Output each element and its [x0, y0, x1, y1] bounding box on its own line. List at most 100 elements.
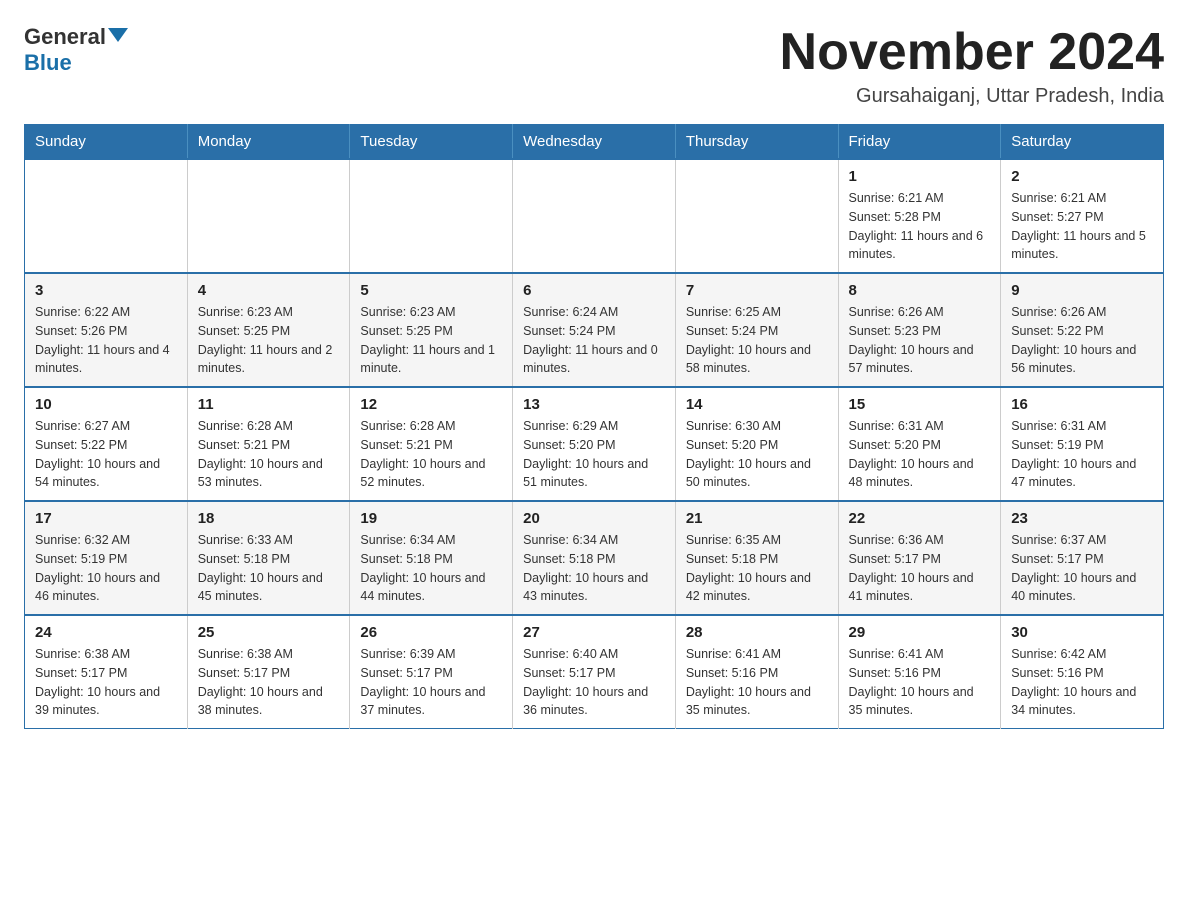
page-subtitle: Gursahaiganj, Uttar Pradesh, India — [780, 85, 1164, 108]
day-info: Sunrise: 6:33 AM Sunset: 5:18 PM Dayligh… — [198, 531, 340, 606]
day-info: Sunrise: 6:28 AM Sunset: 5:21 PM Dayligh… — [360, 417, 502, 492]
day-info: Sunrise: 6:29 AM Sunset: 5:20 PM Dayligh… — [523, 417, 665, 492]
day-number: 9 — [1011, 282, 1153, 299]
calendar-cell — [25, 159, 188, 273]
day-info: Sunrise: 6:30 AM Sunset: 5:20 PM Dayligh… — [686, 417, 828, 492]
calendar-cell: 7Sunrise: 6:25 AM Sunset: 5:24 PM Daylig… — [675, 273, 838, 387]
day-info: Sunrise: 6:39 AM Sunset: 5:17 PM Dayligh… — [360, 645, 502, 720]
day-number: 25 — [198, 624, 340, 641]
day-number: 27 — [523, 624, 665, 641]
calendar-cell: 24 Sunrise: 6:38 AM Sunset: 5:17 PM Dayli… — [25, 615, 188, 729]
day-info: Sunrise: 6:36 AM Sunset: 5:17 PM Dayligh… — [849, 531, 991, 606]
day-number: 19 — [360, 510, 502, 527]
calendar-cell: 13 Sunrise: 6:29 AM Sunset: 5:20 PM Dayli… — [513, 387, 676, 501]
calendar-cell: 5Sunrise: 6:23 AM Sunset: 5:25 PM Daylig… — [350, 273, 513, 387]
day-info: Sunrise: 6:35 AM Sunset: 5:18 PM Dayligh… — [686, 531, 828, 606]
day-number: 23 — [1011, 510, 1153, 527]
day-info: Sunrise: 6:23 AM Sunset: 5:25 PM Dayligh… — [360, 303, 502, 378]
day-info: Sunrise: 6:38 AM Sunset: 5:17 PM Dayligh… — [198, 645, 340, 720]
calendar-week-row: 10Sunrise: 6:27 AM Sunset: 5:22 PM Dayli… — [25, 387, 1164, 501]
day-info: Sunrise: 6:23 AM Sunset: 5:25 PM Dayligh… — [198, 303, 340, 378]
calendar-week-row: 1Sunrise: 6:21 AM Sunset: 5:28 PM Daylig… — [25, 159, 1164, 273]
day-number: 13 — [523, 396, 665, 413]
calendar-cell — [675, 159, 838, 273]
logo-triangle-icon — [108, 28, 128, 42]
day-number: 8 — [849, 282, 991, 299]
calendar-header-row: SundayMondayTuesdayWednesdayThursdayFrid… — [25, 125, 1164, 160]
day-number: 24 — [35, 624, 177, 641]
weekday-header-sunday: Sunday — [25, 125, 188, 160]
day-number: 21 — [686, 510, 828, 527]
day-info: Sunrise: 6:42 AM Sunset: 5:16 PM Dayligh… — [1011, 645, 1153, 720]
day-info: Sunrise: 6:22 AM Sunset: 5:26 PM Dayligh… — [35, 303, 177, 378]
day-number: 20 — [523, 510, 665, 527]
calendar-cell: 18 Sunrise: 6:33 AM Sunset: 5:18 PM Dayli… — [187, 501, 350, 615]
day-number: 18 — [198, 510, 340, 527]
calendar-cell: 29Sunrise: 6:41 AM Sunset: 5:16 PM Dayli… — [838, 615, 1001, 729]
day-info: Sunrise: 6:27 AM Sunset: 5:22 PM Dayligh… — [35, 417, 177, 492]
calendar-cell: 23 Sunrise: 6:37 AM Sunset: 5:17 PM Dayli… — [1001, 501, 1164, 615]
calendar-cell: 20 Sunrise: 6:34 AM Sunset: 5:18 PM Dayli… — [513, 501, 676, 615]
calendar-cell: 2Sunrise: 6:21 AM Sunset: 5:27 PM Daylig… — [1001, 159, 1164, 273]
logo: General Blue — [24, 24, 128, 76]
day-number: 17 — [35, 510, 177, 527]
weekday-header-thursday: Thursday — [675, 125, 838, 160]
calendar-cell — [513, 159, 676, 273]
day-info: Sunrise: 6:21 AM Sunset: 5:27 PM Dayligh… — [1011, 189, 1153, 264]
day-info: Sunrise: 6:34 AM Sunset: 5:18 PM Dayligh… — [523, 531, 665, 606]
calendar-cell: 25 Sunrise: 6:38 AM Sunset: 5:17 PM Dayli… — [187, 615, 350, 729]
calendar-cell — [350, 159, 513, 273]
calendar-cell: 8 Sunrise: 6:26 AM Sunset: 5:23 PM Daylig… — [838, 273, 1001, 387]
calendar-cell: 11 Sunrise: 6:28 AM Sunset: 5:21 PM Dayli… — [187, 387, 350, 501]
weekday-header-saturday: Saturday — [1001, 125, 1164, 160]
calendar-cell: 1Sunrise: 6:21 AM Sunset: 5:28 PM Daylig… — [838, 159, 1001, 273]
page-title: November 2024 — [780, 24, 1164, 81]
day-info: Sunrise: 6:32 AM Sunset: 5:19 PM Dayligh… — [35, 531, 177, 606]
day-number: 4 — [198, 282, 340, 299]
calendar-week-row: 24 Sunrise: 6:38 AM Sunset: 5:17 PM Dayli… — [25, 615, 1164, 729]
day-number: 6 — [523, 282, 665, 299]
calendar-week-row: 3 Sunrise: 6:22 AM Sunset: 5:26 PM Daylig… — [25, 273, 1164, 387]
calendar-cell: 30Sunrise: 6:42 AM Sunset: 5:16 PM Dayli… — [1001, 615, 1164, 729]
day-info: Sunrise: 6:38 AM Sunset: 5:17 PM Dayligh… — [35, 645, 177, 720]
day-number: 15 — [849, 396, 991, 413]
day-number: 26 — [360, 624, 502, 641]
day-info: Sunrise: 6:31 AM Sunset: 5:19 PM Dayligh… — [1011, 417, 1153, 492]
calendar-cell: 26 Sunrise: 6:39 AM Sunset: 5:17 PM Dayli… — [350, 615, 513, 729]
calendar-cell: 4 Sunrise: 6:23 AM Sunset: 5:25 PM Daylig… — [187, 273, 350, 387]
day-number: 1 — [849, 168, 991, 185]
day-number: 28 — [686, 624, 828, 641]
calendar-week-row: 17 Sunrise: 6:32 AM Sunset: 5:19 PM Dayli… — [25, 501, 1164, 615]
day-info: Sunrise: 6:26 AM Sunset: 5:23 PM Dayligh… — [849, 303, 991, 378]
day-number: 14 — [686, 396, 828, 413]
calendar-cell: 6 Sunrise: 6:24 AM Sunset: 5:24 PM Daylig… — [513, 273, 676, 387]
calendar-cell: 27 Sunrise: 6:40 AM Sunset: 5:17 PM Dayli… — [513, 615, 676, 729]
day-info: Sunrise: 6:24 AM Sunset: 5:24 PM Dayligh… — [523, 303, 665, 378]
calendar-cell: 22Sunrise: 6:36 AM Sunset: 5:17 PM Dayli… — [838, 501, 1001, 615]
day-info: Sunrise: 6:41 AM Sunset: 5:16 PM Dayligh… — [849, 645, 991, 720]
day-number: 3 — [35, 282, 177, 299]
calendar-cell: 12 Sunrise: 6:28 AM Sunset: 5:21 PM Dayli… — [350, 387, 513, 501]
day-info: Sunrise: 6:34 AM Sunset: 5:18 PM Dayligh… — [360, 531, 502, 606]
calendar-cell: 3 Sunrise: 6:22 AM Sunset: 5:26 PM Daylig… — [25, 273, 188, 387]
calendar-cell: 17 Sunrise: 6:32 AM Sunset: 5:19 PM Dayli… — [25, 501, 188, 615]
calendar-table: SundayMondayTuesdayWednesdayThursdayFrid… — [24, 124, 1164, 729]
day-number: 7 — [686, 282, 828, 299]
day-number: 12 — [360, 396, 502, 413]
day-info: Sunrise: 6:28 AM Sunset: 5:21 PM Dayligh… — [198, 417, 340, 492]
logo-general-text: General — [24, 24, 106, 50]
logo-blue-text: Blue — [24, 50, 72, 76]
weekday-header-wednesday: Wednesday — [513, 125, 676, 160]
day-number: 11 — [198, 396, 340, 413]
calendar-cell — [187, 159, 350, 273]
calendar-cell: 14 Sunrise: 6:30 AM Sunset: 5:20 PM Dayli… — [675, 387, 838, 501]
calendar-cell: 16Sunrise: 6:31 AM Sunset: 5:19 PM Dayli… — [1001, 387, 1164, 501]
day-info: Sunrise: 6:40 AM Sunset: 5:17 PM Dayligh… — [523, 645, 665, 720]
calendar-cell: 21 Sunrise: 6:35 AM Sunset: 5:18 PM Dayli… — [675, 501, 838, 615]
calendar-cell: 10Sunrise: 6:27 AM Sunset: 5:22 PM Dayli… — [25, 387, 188, 501]
calendar-cell: 15 Sunrise: 6:31 AM Sunset: 5:20 PM Dayli… — [838, 387, 1001, 501]
weekday-header-friday: Friday — [838, 125, 1001, 160]
day-info: Sunrise: 6:37 AM Sunset: 5:17 PM Dayligh… — [1011, 531, 1153, 606]
day-info: Sunrise: 6:31 AM Sunset: 5:20 PM Dayligh… — [849, 417, 991, 492]
title-block: November 2024 Gursahaiganj, Uttar Prades… — [780, 24, 1164, 108]
